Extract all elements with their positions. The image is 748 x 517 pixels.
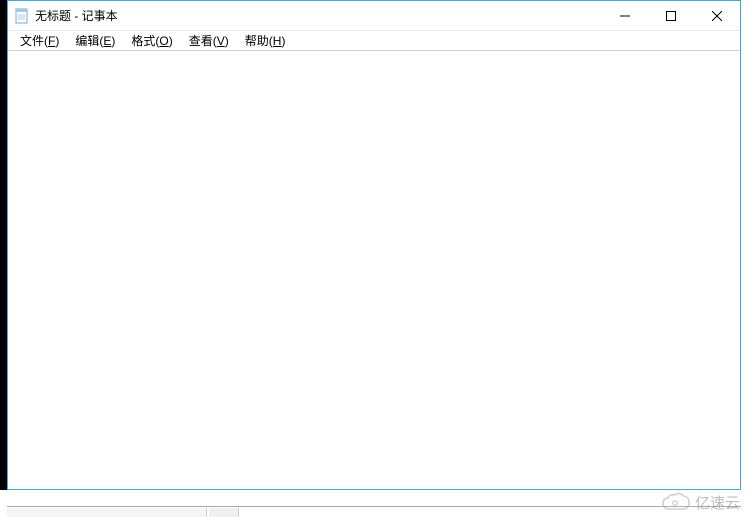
notepad-window: 无标题 - 记事本 文件(F) 编辑(E) 格式(O <box>7 0 741 490</box>
window-title: 无标题 - 记事本 <box>35 7 118 24</box>
menu-format[interactable]: 格式(O) <box>123 31 180 50</box>
menu-help-accel: H <box>273 34 282 48</box>
menubar: 文件(F) 编辑(E) 格式(O) 查看(V) 帮助(H) <box>8 31 740 51</box>
minimize-icon <box>620 11 630 21</box>
titlebar-left: 无标题 - 记事本 <box>8 7 602 24</box>
menu-view[interactable]: 查看(V) <box>181 31 237 50</box>
minimize-button[interactable] <box>602 1 648 30</box>
menu-file-label: 文件 <box>20 34 44 48</box>
menu-edit-label: 编辑 <box>75 34 99 48</box>
menu-file[interactable]: 文件(F) <box>12 31 67 50</box>
cloud-icon <box>661 493 691 513</box>
notepad-app-icon <box>14 8 30 24</box>
menu-view-label: 查看 <box>189 34 213 48</box>
maximize-button[interactable] <box>648 1 694 30</box>
text-editor[interactable] <box>8 51 740 489</box>
editor-area <box>8 51 740 489</box>
bottom-divider <box>7 506 741 507</box>
menu-help-label: 帮助 <box>245 34 269 48</box>
taskbar-segment <box>7 508 207 517</box>
watermark: 亿速云 <box>661 492 740 513</box>
menu-help[interactable]: 帮助(H) <box>237 31 294 50</box>
close-icon <box>712 11 722 21</box>
left-background-strip <box>0 0 7 490</box>
menu-format-label: 格式 <box>131 34 155 48</box>
window-controls <box>602 1 740 30</box>
menu-format-accel: O <box>159 34 168 48</box>
taskbar-segment-2 <box>209 508 239 517</box>
menu-view-accel: V <box>217 34 225 48</box>
titlebar[interactable]: 无标题 - 记事本 <box>8 1 740 31</box>
close-button[interactable] <box>694 1 740 30</box>
menu-file-accel: F <box>48 34 55 48</box>
menu-edit-accel: E <box>103 34 111 48</box>
menu-edit[interactable]: 编辑(E) <box>67 31 123 50</box>
watermark-text: 亿速云 <box>695 492 740 513</box>
maximize-icon <box>666 11 676 21</box>
